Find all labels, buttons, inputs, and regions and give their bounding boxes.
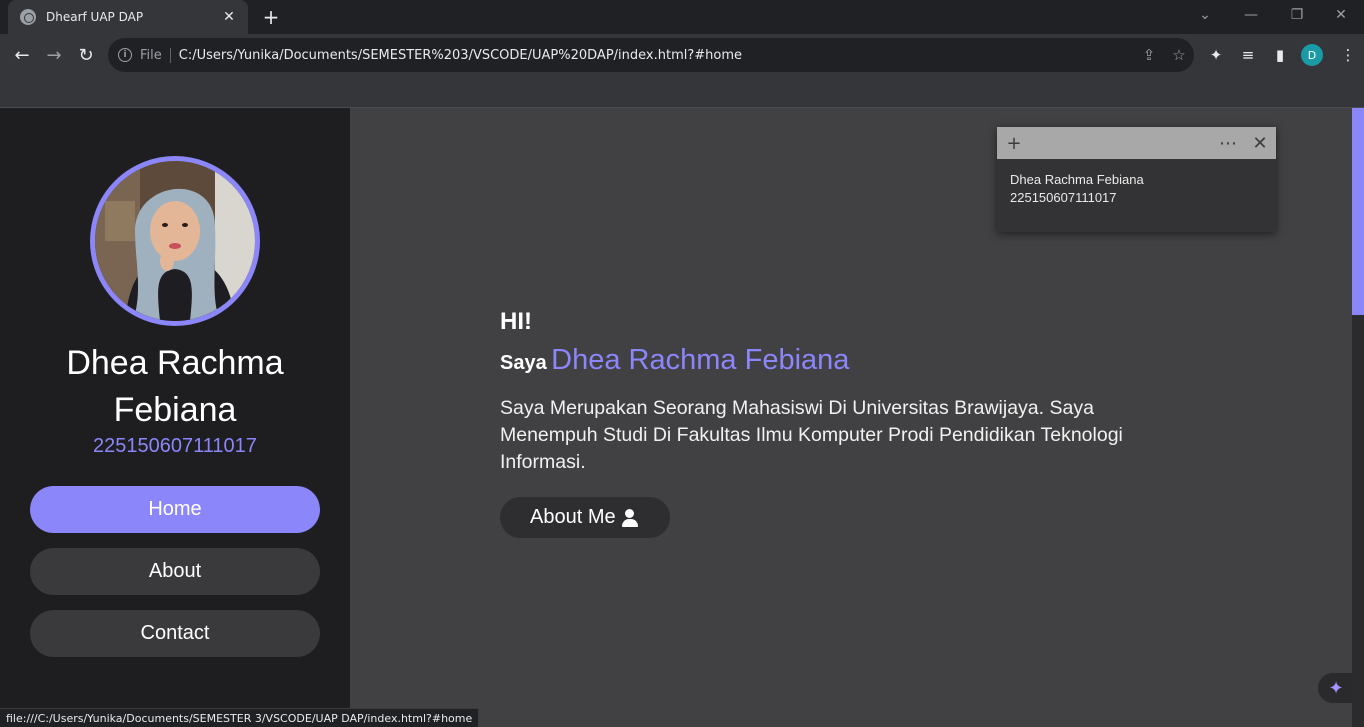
profile-avatar[interactable]: D bbox=[1301, 44, 1323, 66]
forward-icon[interactable]: → bbox=[40, 41, 68, 69]
about-me-label: About Me bbox=[530, 506, 616, 528]
tab-title: Dhearf UAP DAP bbox=[46, 10, 144, 24]
extensions-icon[interactable]: ✦ bbox=[1202, 41, 1230, 69]
close-note-icon[interactable]: ✕ bbox=[1247, 131, 1273, 155]
side-panel-icon[interactable]: ▮ bbox=[1266, 41, 1294, 69]
restore-icon[interactable]: ❐ bbox=[1274, 0, 1320, 30]
browser-toolbar: ← → ↻ i File C:/Users/Yunika/Documents/S… bbox=[0, 34, 1364, 76]
address-bar[interactable]: i File C:/Users/Yunika/Documents/SEMESTE… bbox=[108, 38, 1194, 72]
intro-line: Saya Dhea Rachma Febiana bbox=[500, 340, 1180, 385]
new-tab-button[interactable]: + bbox=[258, 4, 284, 30]
nav-about-button[interactable]: About bbox=[30, 548, 320, 595]
about-me-button[interactable]: About Me bbox=[500, 497, 670, 538]
home-section: HI! Saya Dhea Rachma Febiana Saya Merupa… bbox=[500, 306, 1180, 538]
profile-nim: 225150607111017 bbox=[93, 435, 257, 457]
sticky-note-titlebar[interactable]: + ⋯ ✕ bbox=[997, 127, 1276, 159]
sticky-note-window[interactable]: + ⋯ ✕ Dhea Rachma Febiana 22515060711101… bbox=[997, 127, 1276, 232]
tab-close-icon[interactable]: ✕ bbox=[220, 9, 238, 25]
sidebar: Dhea Rachma Febiana 225150607111017 Home… bbox=[0, 108, 350, 727]
menu-kebab-icon[interactable]: ⋮ bbox=[1334, 41, 1362, 69]
intro-prefix: Saya bbox=[500, 352, 547, 374]
nav-home-button[interactable]: Home bbox=[30, 486, 320, 533]
browser-tab[interactable]: Dhearf UAP DAP ✕ bbox=[8, 0, 248, 34]
sticky-note-line-2: 225150607111017 bbox=[1010, 190, 1117, 205]
reload-icon[interactable]: ↻ bbox=[72, 41, 100, 69]
more-options-icon[interactable]: ⋯ bbox=[1215, 131, 1241, 155]
page-scrollbar[interactable] bbox=[1352, 108, 1364, 727]
intro-description: Saya Merupakan Seorang Mahasiswi Di Univ… bbox=[500, 397, 1123, 473]
page-viewport: Dhea Rachma Febiana 225150607111017 Home… bbox=[0, 108, 1352, 727]
minimize-icon[interactable]: — bbox=[1228, 0, 1274, 30]
media-queue-icon[interactable]: ≡ bbox=[1234, 41, 1262, 69]
sticky-note-line-1: Dhea Rachma Febiana bbox=[1010, 172, 1144, 187]
back-icon[interactable]: ← bbox=[8, 41, 36, 69]
bookmarks-bar bbox=[0, 76, 1364, 108]
profile-photo-illustration bbox=[95, 161, 255, 321]
url-text[interactable]: C:/Users/Yunika/Documents/SEMESTER%203/V… bbox=[179, 48, 1134, 63]
sparkle-icon[interactable]: ✦ bbox=[1318, 673, 1352, 703]
share-icon[interactable]: ⇪ bbox=[1134, 40, 1164, 70]
user-icon bbox=[621, 508, 638, 527]
intro-name: Dhea Rachma Febiana bbox=[551, 344, 850, 376]
window-close-icon[interactable]: ✕ bbox=[1318, 0, 1364, 30]
sticky-note-body[interactable]: Dhea Rachma Febiana 225150607111017 bbox=[997, 159, 1276, 219]
scrollbar-thumb[interactable] bbox=[1352, 108, 1364, 315]
bookmark-star-icon[interactable]: ☆ bbox=[1164, 40, 1194, 70]
tab-strip: Dhearf UAP DAP ✕ + ⌄ — ❐ ✕ bbox=[0, 0, 1364, 34]
profile-name: Dhea Rachma Febiana bbox=[66, 344, 284, 429]
add-note-icon[interactable]: + bbox=[1001, 131, 1027, 155]
nav-contact-button[interactable]: Contact bbox=[30, 610, 320, 657]
globe-icon bbox=[20, 9, 36, 25]
greeting-heading: HI! bbox=[500, 308, 532, 335]
info-icon[interactable]: i bbox=[118, 48, 132, 62]
profile-photo bbox=[90, 156, 260, 326]
scheme-label: File bbox=[140, 47, 171, 63]
tab-search-icon[interactable]: ⌄ bbox=[1182, 0, 1228, 30]
status-bar: file:///C:/Users/Yunika/Documents/SEMEST… bbox=[0, 708, 480, 727]
